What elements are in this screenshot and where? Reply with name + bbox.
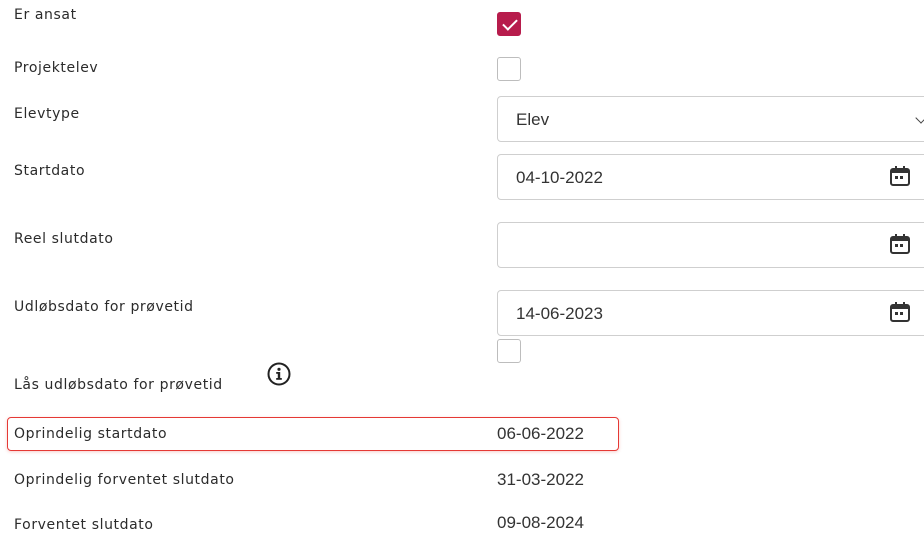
elevtype-select[interactable]: Elev: [497, 96, 924, 142]
startdato-input[interactable]: 04-10-2022: [497, 154, 924, 200]
elevtype-selected-value: Elev: [516, 110, 550, 129]
calendar-icon[interactable]: [889, 233, 911, 255]
startdato-value: 04-10-2022: [516, 168, 603, 187]
label-oprindelig-startdato: Oprindelig startdato: [14, 426, 168, 442]
label-projektelev: Projektelev: [14, 60, 99, 76]
oprindelig-startdato-value: 06-06-2022: [497, 424, 584, 443]
label-laas-udlobsdato: Lås udløbsdato for prøvetid: [14, 377, 223, 393]
laas-udlobsdato-checkbox[interactable]: [497, 339, 521, 363]
label-reel-slutdato: Reel slutdato: [14, 231, 114, 247]
label-elevtype: Elevtype: [14, 106, 80, 122]
label-oprindelig-forventet-slutdato: Oprindelig forventet slutdato: [14, 472, 235, 488]
calendar-icon[interactable]: [889, 165, 911, 187]
er-ansat-checkbox[interactable]: [497, 12, 521, 36]
label-forventet-slutdato: Forventet slutdato: [14, 517, 154, 533]
projektelev-checkbox[interactable]: [497, 57, 521, 81]
checkmark-icon: [502, 15, 518, 31]
label-er-ansat: Er ansat: [14, 7, 77, 23]
udlobsdato-value: 14-06-2023: [516, 304, 603, 323]
info-icon[interactable]: [267, 362, 291, 386]
forventet-slutdato-value: 09-08-2024: [497, 513, 584, 532]
oprindelig-forventet-slutdato-value: 31-03-2022: [497, 470, 584, 489]
reel-slutdato-input[interactable]: [497, 222, 924, 268]
calendar-icon[interactable]: [889, 301, 911, 323]
label-udlobsdato: Udløbsdato for prøvetid: [14, 299, 194, 315]
label-startdato: Startdato: [14, 163, 86, 179]
udlobsdato-input[interactable]: 14-06-2023: [497, 290, 924, 336]
